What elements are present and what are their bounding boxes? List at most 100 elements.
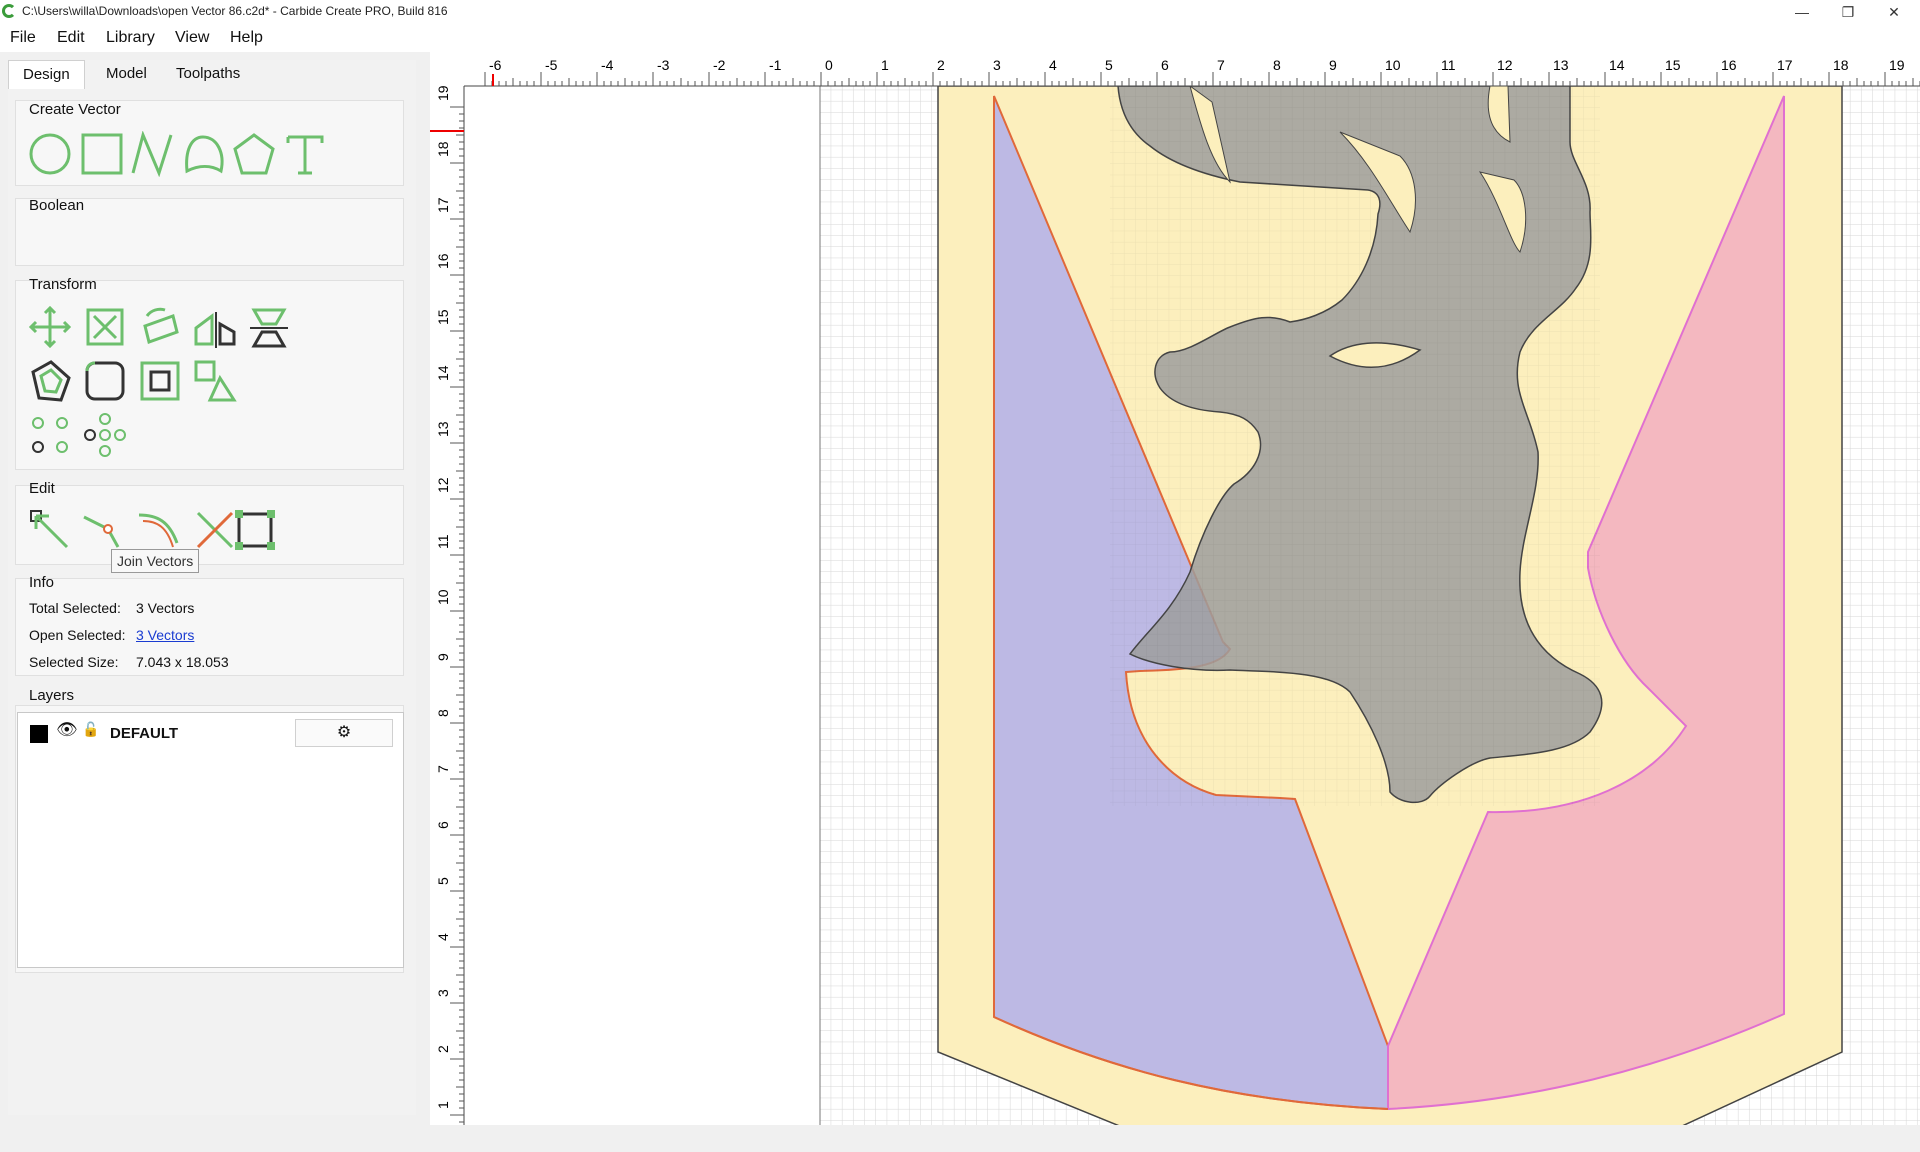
v-ruler-label: 18	[435, 141, 451, 157]
create-vector-title: Create Vector	[29, 101, 121, 118]
v-ruler-label: 12	[435, 477, 451, 493]
v-ruler-label: 16	[435, 253, 451, 269]
scale-tool-button[interactable]	[82, 304, 128, 350]
join-vectors-tooltip: Join Vectors	[111, 549, 200, 573]
v-ruler-label: 13	[435, 421, 451, 437]
offset-icon	[31, 360, 71, 402]
h-ruler-label: 18	[1833, 57, 1849, 73]
layer-row[interactable]: 👁 🔓 DEFAULT ⚙	[26, 719, 396, 747]
v-ruler-label: 15	[435, 309, 451, 325]
curved-join-icon	[138, 513, 179, 548]
circular-array-icon	[84, 413, 126, 457]
move-tool-button[interactable]	[27, 304, 73, 350]
gear-icon: ⚙	[336, 724, 352, 741]
v-ruler-label: 5	[435, 877, 451, 885]
v-ruler-label: 17	[435, 197, 451, 213]
v-ruler-label: 6	[435, 821, 451, 829]
open-selected-label: Open Selected:	[29, 627, 126, 643]
menu-edit[interactable]: Edit	[57, 29, 85, 47]
circular-array-tool-button[interactable]	[82, 412, 128, 458]
h-ruler-label: -3	[657, 57, 670, 73]
menu-library[interactable]: Library	[106, 29, 155, 47]
text-icon	[286, 135, 324, 175]
v-ruler-label: 2	[435, 1045, 451, 1053]
h-ruler-label: 14	[1609, 57, 1625, 73]
tab-toolpaths[interactable]: Toolpaths	[162, 60, 254, 88]
h-ruler-label: 9	[1329, 57, 1337, 73]
h-ruler-label: 15	[1665, 57, 1681, 73]
layers-list: 👁 🔓 DEFAULT ⚙	[17, 712, 404, 968]
h-ruler-label: -4	[601, 57, 614, 73]
h-ruler-label: 12	[1497, 57, 1513, 73]
unlock-icon[interactable]: 🔓	[82, 721, 99, 738]
mirror-icon	[194, 312, 236, 348]
minimize-button[interactable]: —	[1780, 0, 1824, 24]
h-ruler-label: -1	[769, 57, 782, 73]
node-edit-button[interactable]	[27, 507, 73, 553]
text-tool-button[interactable]	[282, 131, 328, 177]
rotate-icon	[143, 307, 179, 344]
rectangle-icon	[81, 133, 123, 175]
layer-color-swatch[interactable]	[30, 725, 48, 743]
mirror-tool-button[interactable]	[192, 304, 238, 350]
v-ruler-label: 4	[435, 933, 451, 941]
h-ruler-label: 0	[825, 57, 833, 73]
nest-tool-button[interactable]	[137, 358, 183, 404]
menu-help[interactable]: Help	[230, 29, 263, 47]
selected-size-value: 7.043 x 18.053	[136, 654, 229, 670]
maximize-button[interactable]: ❐	[1826, 0, 1870, 24]
offset-tool-button[interactable]	[27, 358, 73, 404]
close-button[interactable]: ✕	[1872, 0, 1916, 24]
v-ruler-label: 10	[435, 589, 451, 605]
tab-tool-button[interactable]	[192, 358, 238, 404]
bounding-box-icon	[235, 510, 275, 550]
info-title: Info	[29, 574, 55, 591]
h-ruler-label: -2	[713, 57, 726, 73]
array-tool-button[interactable]	[27, 412, 73, 458]
polyline-icon	[131, 130, 173, 178]
edit-title: Edit	[29, 480, 55, 497]
open-selected-link[interactable]: 3 Vectors	[136, 627, 194, 643]
h-ruler-label: 4	[1049, 57, 1057, 73]
h-ruler-label: 13	[1553, 57, 1569, 73]
h-ruler-label: -5	[545, 57, 558, 73]
h-ruler-label: 19	[1889, 57, 1905, 73]
join-vectors-icon	[83, 515, 120, 548]
layer-settings-button[interactable]: ⚙	[295, 719, 393, 747]
h-ruler-label: -6	[489, 57, 502, 73]
title-bar: C:\Users\willa\Downloads\open Vector 86.…	[0, 0, 1920, 24]
circle-tool-button[interactable]	[27, 131, 73, 177]
boolean-title: Boolean	[29, 197, 85, 214]
curve-icon	[185, 135, 224, 174]
menu-view[interactable]: View	[175, 29, 209, 47]
bounding-box-button[interactable]	[232, 507, 278, 553]
h-ruler-label: 6	[1161, 57, 1169, 73]
tab-model[interactable]: Model	[92, 60, 161, 88]
nest-icon	[140, 361, 180, 401]
polyline-tool-button[interactable]	[129, 130, 175, 178]
rotate-tool-button[interactable]	[137, 304, 183, 350]
polygon-tool-button[interactable]	[231, 131, 277, 177]
menu-file[interactable]: File	[10, 29, 36, 47]
h-ruler-label: 11	[1441, 57, 1456, 73]
node-edit-icon	[30, 510, 69, 549]
eye-icon[interactable]: 👁	[56, 720, 78, 740]
fillet-icon	[85, 361, 125, 401]
align-tool-button[interactable]	[246, 304, 292, 350]
curve-tool-button[interactable]	[181, 131, 227, 177]
design-canvas[interactable]: -6 -5 -4 -3 -2 -1 0 1 2 3 4 5 6 7 8 9 10 11 12 13 14 15 16 17 18…	[430, 52, 1920, 1151]
fillet-join-button[interactable]	[137, 507, 183, 553]
v-ruler-label: 11	[435, 534, 451, 549]
h-ruler-label: 2	[937, 57, 945, 73]
tab-design[interactable]: Design	[8, 60, 85, 89]
rectangle-tool-button[interactable]	[79, 131, 125, 177]
canvas-svg[interactable]: -6 -5 -4 -3 -2 -1 0 1 2 3 4 5 6 7 8 9 10 11 12 13 14 15 16 17 18…	[430, 52, 1920, 1151]
fillet-tool-button[interactable]	[82, 358, 128, 404]
selected-size-label: Selected Size:	[29, 654, 119, 670]
v-ruler-label: 3	[435, 989, 451, 997]
move-arrows-icon	[28, 305, 72, 349]
h-ruler-label: 1	[881, 57, 889, 73]
app-logo-icon	[2, 4, 16, 18]
join-vectors-button[interactable]	[82, 507, 128, 553]
v-ruler-label: 8	[435, 709, 451, 717]
